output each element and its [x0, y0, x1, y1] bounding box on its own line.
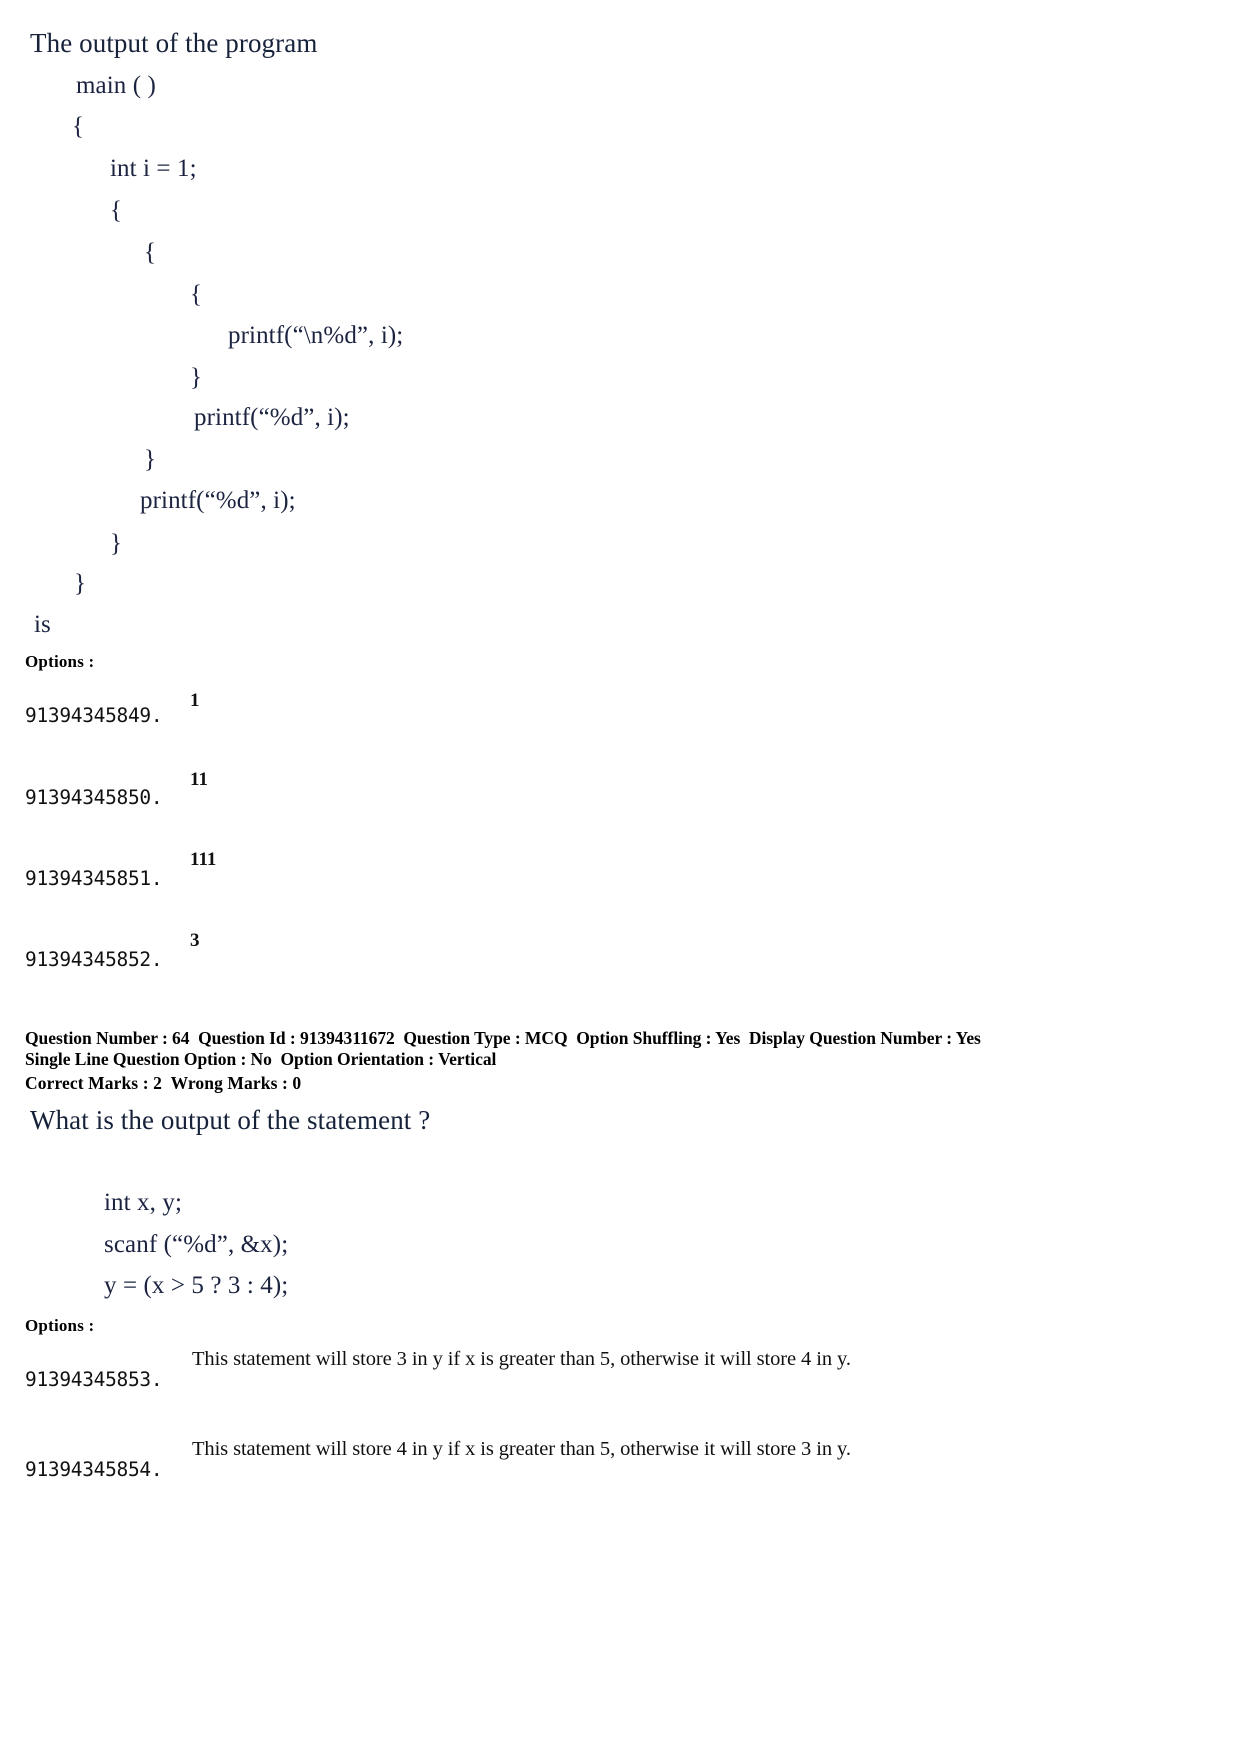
code-line: { [190, 281, 203, 308]
options-label: Options : [25, 652, 95, 671]
option-id: 91394345850. [25, 786, 163, 809]
code-line: } [110, 530, 123, 557]
option-id: 91394345849. [25, 704, 163, 727]
document-page: The output of the program main ( ) { int… [0, 0, 1240, 1754]
code-line: } [144, 446, 157, 473]
code-line: { [110, 197, 123, 224]
code-line: int i = 1; [110, 155, 197, 182]
question-marks-line: Correct Marks : 2 Wrong Marks : 0 [25, 1073, 302, 1093]
code-line: int x, y; [104, 1189, 182, 1216]
option-value: This statement will store 4 in y if x is… [192, 1438, 851, 1460]
code-line: } [74, 570, 87, 597]
question-metadata-line-1: Question Number : 64 Question Id : 91394… [25, 1028, 981, 1048]
option-id: 91394345852. [25, 948, 163, 971]
code-line: } [190, 364, 203, 391]
code-line: printf(“%d”, i); [140, 487, 296, 514]
code-line: { [72, 113, 85, 140]
code-line: scanf (“%d”, &x); [104, 1231, 289, 1258]
option-value: 111 [190, 849, 217, 870]
question-1-tail: is [34, 611, 51, 638]
option-id: 91394345851. [25, 867, 163, 890]
code-line: printf(“\n%d”, i); [228, 322, 404, 349]
question-metadata-line-2: Single Line Question Option : No Option … [25, 1049, 497, 1069]
question-1-stem: The output of the program [30, 28, 318, 58]
code-line: main ( ) [76, 72, 156, 99]
question-2-stem: What is the output of the statement ? [30, 1105, 431, 1135]
option-value: 3 [190, 930, 200, 951]
option-id: 91394345854. [25, 1458, 163, 1481]
code-line: y = (x > 5 ? 3 : 4); [104, 1272, 289, 1299]
options-label: Options : [25, 1316, 95, 1335]
option-value: 1 [190, 690, 200, 711]
code-line: { [144, 239, 157, 266]
code-line: printf(“%d”, i); [194, 404, 350, 431]
option-value: 11 [190, 769, 208, 790]
option-value: This statement will store 3 in y if x is… [192, 1348, 851, 1370]
option-id: 91394345853. [25, 1368, 163, 1391]
